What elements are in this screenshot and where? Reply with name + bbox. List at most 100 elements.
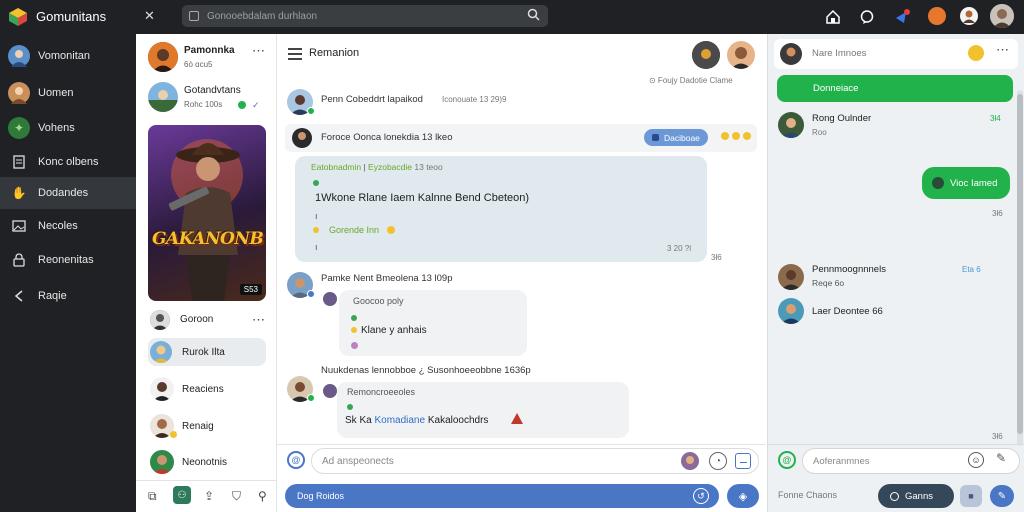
chat-bubble-icon[interactable] xyxy=(858,8,876,26)
emoji-icon[interactable] xyxy=(743,132,751,140)
history-icon[interactable]: ↺ xyxy=(693,488,709,504)
person-icon[interactable]: ⚇ xyxy=(173,486,191,504)
message-time: 3ł6 xyxy=(992,432,1003,441)
avatar[interactable] xyxy=(150,377,174,401)
conversation-item-name[interactable]: Gotandvtans xyxy=(184,85,241,96)
home-icon[interactable] xyxy=(824,8,842,26)
more-options-icon[interactable]: ⋯ xyxy=(996,42,1009,58)
emoji-icon[interactable] xyxy=(968,45,984,61)
avatar xyxy=(8,82,30,104)
sidebar-item-label: Uomen xyxy=(38,87,74,99)
search-filter-icon xyxy=(189,11,199,21)
avatar[interactable] xyxy=(150,310,170,330)
sidebar-item-0[interactable]: Vomonitan xyxy=(0,40,136,72)
mic-icon[interactable]: ✎ xyxy=(990,485,1014,507)
footer-button-label: Ganns xyxy=(905,490,933,502)
send-icon[interactable]: ◈ xyxy=(727,484,759,508)
left-sidebar: Vomonitan Uomen ✦ Vohens Konc olbens ✋ D… xyxy=(0,34,136,512)
pin-icon[interactable]: ⚲ xyxy=(258,489,267,503)
sidebar-item-7[interactable]: Raqie xyxy=(0,280,136,312)
sent-message-time: 3ł6 xyxy=(992,209,1003,218)
status-icon[interactable] xyxy=(928,7,946,25)
user-avatar[interactable] xyxy=(990,4,1014,28)
chat-panel: Remanion ⊙ Foujy Dadotie Clame Penn Cobe… xyxy=(277,34,766,512)
avatar[interactable] xyxy=(692,41,720,69)
avatar[interactable] xyxy=(778,264,804,290)
contact-name: Rurok Ilta xyxy=(182,347,225,358)
profile-link[interactable]: Komadiane xyxy=(374,415,425,426)
primary-action-button[interactable]: Donneiace xyxy=(777,75,1013,102)
avatar[interactable] xyxy=(148,42,178,72)
sidebar-item-6[interactable]: Reonenitas xyxy=(0,244,136,276)
bubble-text: Goocoo poly xyxy=(353,296,404,306)
scrollbar-thumb[interactable] xyxy=(1017,94,1023,434)
sidebar-item-2[interactable]: ✦ Vohens xyxy=(0,112,136,144)
avatar[interactable] xyxy=(150,450,174,474)
right-message-input[interactable]: Aoferanmnes xyxy=(802,448,1020,474)
attach-icon[interactable]: @ xyxy=(287,451,305,469)
sidebar-item-3[interactable]: Konc olbens xyxy=(0,146,136,178)
contact-name[interactable]: Reaciens xyxy=(182,384,224,395)
scrollbar[interactable] xyxy=(1017,90,1023,446)
circle-icon xyxy=(890,491,899,501)
sidebar-item-4[interactable]: ✋ Dodandes xyxy=(0,177,136,209)
profile-icon[interactable] xyxy=(960,7,978,25)
search-icon[interactable] xyxy=(527,8,540,24)
edit-icon[interactable]: ✎ xyxy=(996,451,1006,465)
sidebar-item-label: Dodandes xyxy=(38,187,89,199)
bubble-time: 3 20 ?l xyxy=(667,244,692,253)
upload-icon[interactable]: ⇪ xyxy=(204,489,214,503)
tag-icon xyxy=(652,134,659,141)
status-dot-icon xyxy=(307,290,315,298)
clock-icon[interactable]: ◔ xyxy=(709,452,727,470)
avatar[interactable] xyxy=(681,452,699,470)
handshake-icon: ✋ xyxy=(11,186,27,200)
message-time: 3ł6 xyxy=(711,253,722,262)
avatar[interactable] xyxy=(727,41,755,69)
avatar[interactable] xyxy=(778,298,804,324)
contact-name[interactable]: Neonotnis xyxy=(182,457,227,468)
sidebar-item-1[interactable]: Uomen xyxy=(0,77,136,109)
app-logo-icon xyxy=(8,7,28,27)
right-header-title: Nare Imnoes xyxy=(812,48,867,59)
sidebar-item-label: Necoles xyxy=(38,220,78,232)
smile-icon[interactable]: ☺ xyxy=(968,452,984,468)
contact-name[interactable]: Laer Deontee 66 xyxy=(812,306,883,317)
emoji-icon[interactable] xyxy=(721,132,729,140)
notification-icon[interactable] xyxy=(892,7,912,27)
close-icon[interactable]: ✕ xyxy=(144,8,155,24)
copy-icon[interactable]: ⧉ xyxy=(148,489,157,504)
shield-icon[interactable]: ⛉ xyxy=(232,489,241,504)
sidebar-item-label: Vomonitan xyxy=(38,50,90,62)
avatar[interactable] xyxy=(148,82,178,112)
more-options-icon[interactable]: ⋯ xyxy=(252,43,265,59)
tag-badge[interactable]: Daciboae xyxy=(644,129,708,146)
more-options-icon[interactable]: ⋯ xyxy=(252,312,265,328)
contact-name[interactable]: Renaig xyxy=(182,421,214,432)
online-dot-icon xyxy=(307,107,315,115)
contact-name[interactable]: Pennmoognnnels xyxy=(812,264,886,275)
avatar[interactable] xyxy=(780,43,802,65)
attach-icon[interactable]: @ xyxy=(778,451,796,469)
avatar[interactable] xyxy=(778,112,804,138)
avatar xyxy=(8,45,30,67)
footer-button[interactable]: Ganns xyxy=(878,484,954,508)
sent-message-bubble[interactable]: Vioc Iamed xyxy=(922,167,1010,199)
bubble-text: Remoncroeeoles xyxy=(347,387,416,397)
sidebar-item-label: Reonenitas xyxy=(38,254,94,266)
status-line: ⊙ Foujy Dadotie Clame xyxy=(649,76,733,85)
image-attach-icon[interactable] xyxy=(735,453,751,469)
emoji-icon[interactable] xyxy=(732,132,740,140)
avatar[interactable] xyxy=(292,128,312,148)
online-dot-icon xyxy=(238,101,246,109)
search-input[interactable]: Gonooebdalam durhlaon xyxy=(207,11,317,22)
footer-pill[interactable]: Dog Roidos ↺ xyxy=(285,484,719,508)
square-icon[interactable]: ■ xyxy=(960,485,982,507)
contact-name[interactable]: Rong Oulnder xyxy=(812,113,871,124)
search-bar[interactable]: Gonooebdalam durhlaon xyxy=(182,5,548,27)
game-art-card[interactable]: GAKANONB S53 xyxy=(148,125,266,301)
mention-link[interactable]: Gorende Inn xyxy=(329,225,379,235)
message-author: Pamke Nent Bmeolena 13 l09p xyxy=(321,273,453,284)
sidebar-item-5[interactable]: Necoles xyxy=(0,210,136,242)
menu-icon[interactable] xyxy=(288,48,302,60)
